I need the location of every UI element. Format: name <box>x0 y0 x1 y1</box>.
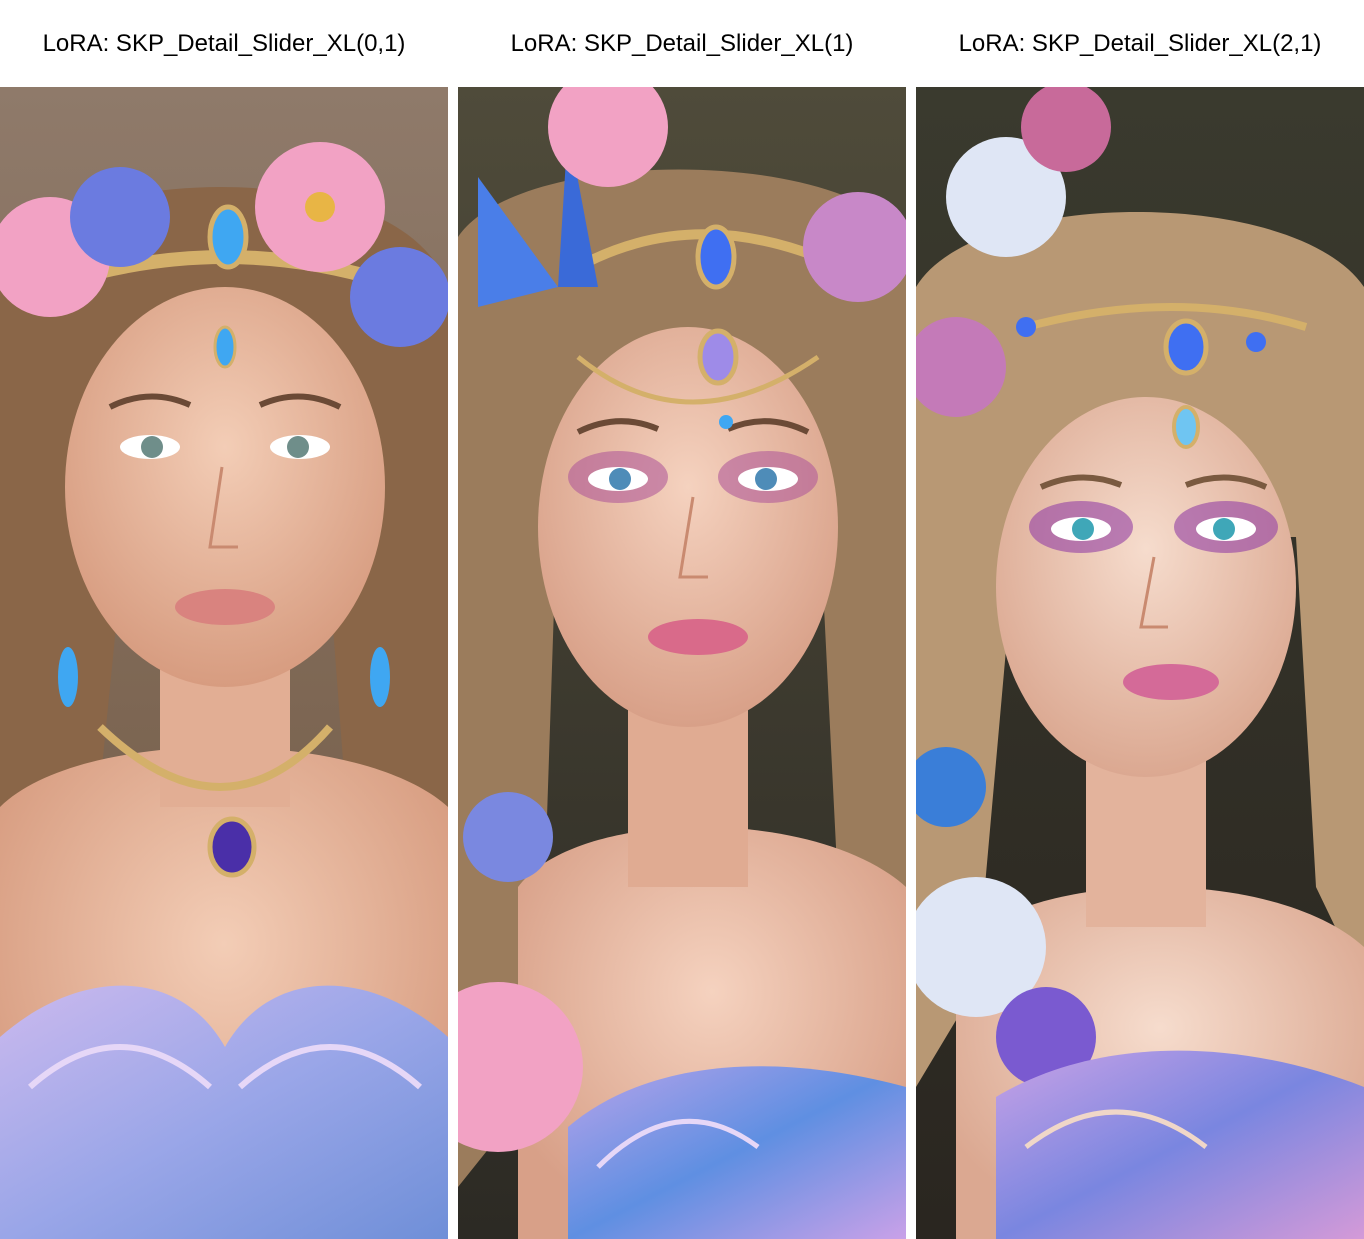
column-label-3: LoRA: SKP_Detail_Slider_XL(2,1) <box>958 30 1322 57</box>
portrait-panel-3 <box>916 87 1364 1239</box>
portrait-image-2 <box>458 87 906 1239</box>
portrait-image-1 <box>0 87 448 1239</box>
column-label-1: LoRA: SKP_Detail_Slider_XL(0,1) <box>42 30 406 57</box>
portrait-image-3 <box>916 87 1364 1239</box>
portrait-panel-2 <box>458 87 906 1239</box>
column-label-2: LoRA: SKP_Detail_Slider_XL(1) <box>510 30 854 57</box>
portrait-panel-1 <box>0 87 448 1239</box>
column-labels: LoRA: SKP_Detail_Slider_XL(0,1) LoRA: SK… <box>0 0 1364 87</box>
